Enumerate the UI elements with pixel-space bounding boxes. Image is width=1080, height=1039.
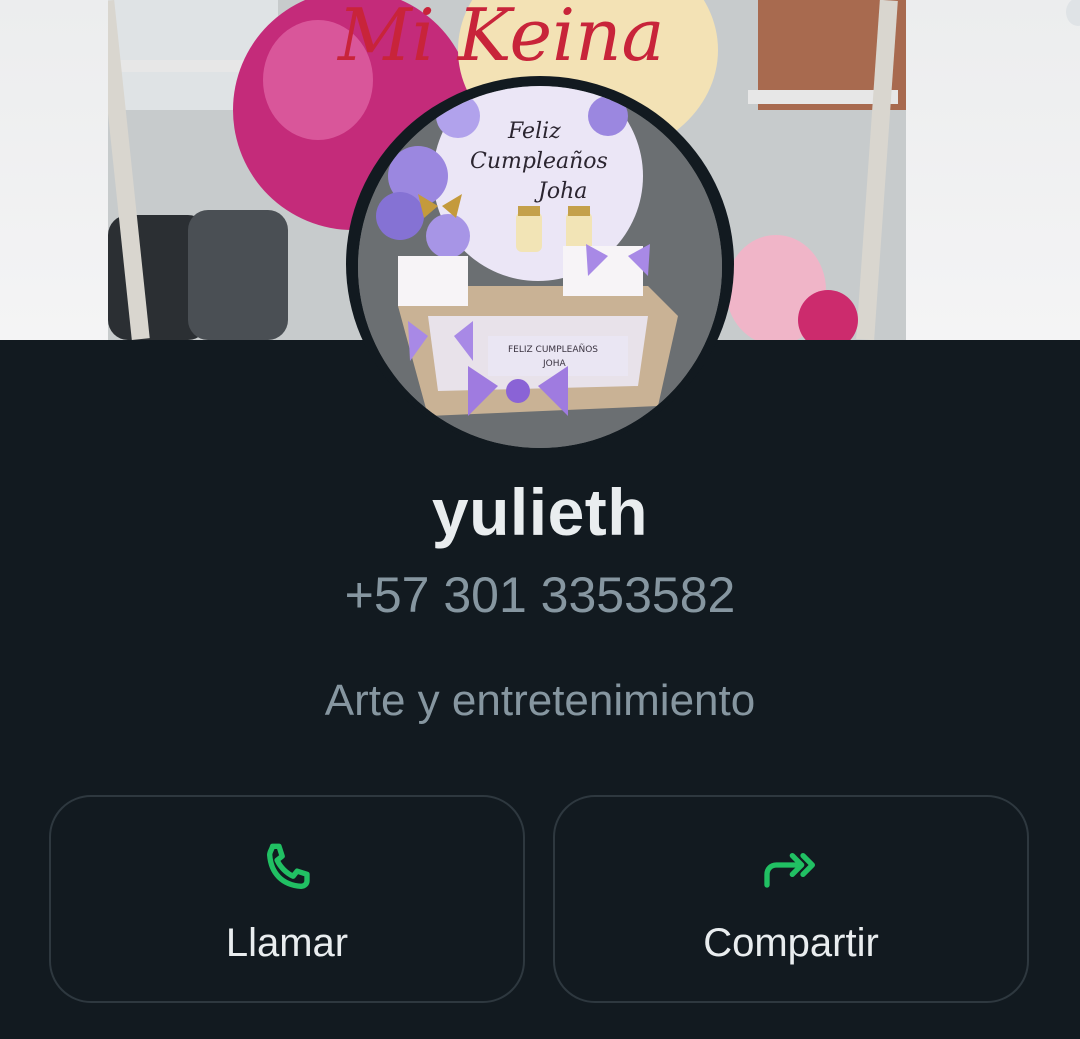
contact-phone: +57 301 3353582: [344, 567, 736, 623]
balloon-edge-icon: [1066, 0, 1080, 26]
share-button[interactable]: Compartir: [553, 795, 1029, 1003]
svg-text:Feliz: Feliz: [507, 119, 561, 144]
share-label: Compartir: [703, 921, 879, 965]
call-label: Llamar: [225, 921, 349, 965]
phone-icon: [267, 843, 310, 889]
business-category: Arte y entretenimiento: [324, 676, 756, 725]
svg-text:JOHA: JOHA: [542, 359, 567, 369]
svg-text:Joha: Joha: [534, 179, 587, 204]
call-button[interactable]: Llamar: [49, 795, 525, 1003]
contact-name: yulieth: [431, 475, 649, 549]
svg-text:Mi Keina: Mi Keina: [336, 0, 664, 77]
svg-text:Cumpleaños: Cumpleaños: [470, 149, 608, 174]
forward-icon: [764, 853, 815, 888]
avatar-photo: Feliz Cumpleaños Joha FELIZ CUMPLEAÑOS J…: [358, 86, 722, 448]
avatar[interactable]: Feliz Cumpleaños Joha FELIZ CUMPLEAÑOS J…: [358, 86, 722, 448]
svg-text:FELIZ CUMPLEAÑOS: FELIZ CUMPLEAÑOS: [508, 344, 598, 355]
